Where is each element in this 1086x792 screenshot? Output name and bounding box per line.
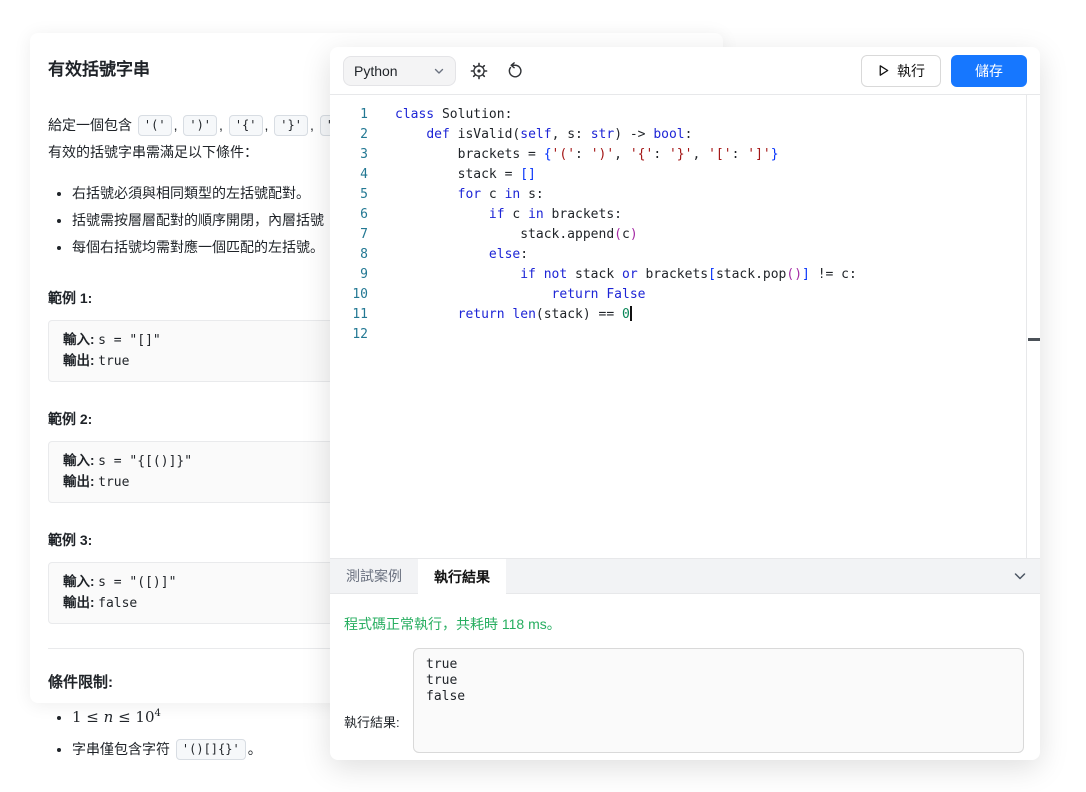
output-value: false: [98, 596, 137, 611]
collapse-panel-button[interactable]: [1012, 568, 1028, 589]
code-line: 11 return len(stack) == 0: [330, 305, 1040, 325]
run-button-label: 執行: [897, 61, 925, 81]
code-editor[interactable]: 1class Solution:2 def isValid(self, s: s…: [330, 95, 1040, 558]
input-label: 輸入:: [63, 453, 95, 468]
output-value: true: [98, 354, 129, 369]
code-lines: 1class Solution:2 def isValid(self, s: s…: [330, 105, 1040, 345]
editor-scrollbar[interactable]: [1026, 95, 1040, 558]
code-line: 12: [330, 325, 1040, 345]
line-number: 11: [330, 305, 368, 325]
result-output-box: true true false: [413, 648, 1024, 753]
code-line: 7 stack.append(c): [330, 225, 1040, 245]
result-row: 執行結果: true true false: [344, 648, 1024, 753]
math-expression: 1 ≤ n ≤ 104: [72, 708, 161, 726]
undo-icon: [506, 62, 524, 80]
run-status-text: 程式碼正常執行，共耗時 118 ms。: [344, 614, 1026, 634]
reset-code-button[interactable]: [502, 58, 528, 84]
line-number: 2: [330, 125, 368, 145]
result-output-label: 執行結果:: [344, 712, 400, 731]
cursor-position-marker: [1028, 338, 1040, 341]
bracket-chip: ')': [183, 115, 217, 136]
line-number: 1: [330, 105, 368, 125]
line-number: 3: [330, 145, 368, 165]
input-label: 輸入:: [63, 332, 95, 347]
code-line: 8 else:: [330, 245, 1040, 265]
save-button[interactable]: 儲存: [951, 55, 1027, 87]
input-value: s = "{[()]}": [98, 454, 192, 469]
code-line: 1class Solution:: [330, 105, 1040, 125]
result-tabstrip: 測試案例 執行結果: [330, 558, 1040, 594]
line-number: 4: [330, 165, 368, 185]
code-line: 5 for c in s:: [330, 185, 1040, 205]
line-number: 12: [330, 325, 368, 345]
gear-icon: [470, 62, 488, 80]
input-label: 輸入:: [63, 574, 95, 589]
language-select[interactable]: Python: [343, 56, 456, 86]
bracket-chip: '(': [138, 115, 172, 136]
bracket-chip: '{': [229, 115, 263, 136]
output-value: true: [98, 475, 129, 490]
bracket-chip: '}': [274, 115, 308, 136]
line-number: 8: [330, 245, 368, 265]
editor-toolbar: Python 執行: [330, 47, 1040, 95]
tab-test-cases[interactable]: 測試案例: [330, 559, 418, 593]
tab-run-result[interactable]: 執行結果: [418, 559, 506, 594]
code-line: 9 if not stack or brackets[stack.pop()] …: [330, 265, 1040, 285]
code-line: 4 stack = []: [330, 165, 1040, 185]
chevron-down-icon: [1012, 568, 1028, 584]
line-number: 6: [330, 205, 368, 225]
code-panel: Python 執行: [330, 47, 1040, 760]
output-label: 輸出:: [63, 595, 95, 610]
code-line: 6 if c in brackets:: [330, 205, 1040, 225]
output-label: 輸出:: [63, 474, 95, 489]
line-number: 9: [330, 265, 368, 285]
code-line: 2 def isValid(self, s: str) -> bool:: [330, 125, 1040, 145]
charset-chip: '()[]{}': [176, 739, 246, 760]
output-label: 輸出:: [63, 353, 95, 368]
language-select-value: Python: [354, 63, 398, 79]
play-icon: [877, 64, 890, 77]
code-line: 3 brackets = {'(': ')', '{': '}', '[': '…: [330, 145, 1040, 165]
run-button[interactable]: 執行: [861, 55, 941, 87]
code-line: 10 return False: [330, 285, 1040, 305]
line-number: 10: [330, 285, 368, 305]
line-number: 7: [330, 225, 368, 245]
settings-button[interactable]: [466, 58, 492, 84]
intro-line-1: 給定一個包含 '(', ')', '{', '}', '[': [48, 117, 355, 133]
intro-line-2: 有效的括號字串需滿足以下條件：: [48, 144, 258, 160]
input-value: s = "([)]": [98, 575, 176, 590]
run-result-panel: 程式碼正常執行，共耗時 118 ms。 執行結果: true true fals…: [330, 594, 1040, 760]
input-value: s = "[]": [98, 333, 161, 348]
line-number: 5: [330, 185, 368, 205]
chevron-down-icon: [433, 65, 445, 77]
text-cursor: [630, 306, 632, 321]
